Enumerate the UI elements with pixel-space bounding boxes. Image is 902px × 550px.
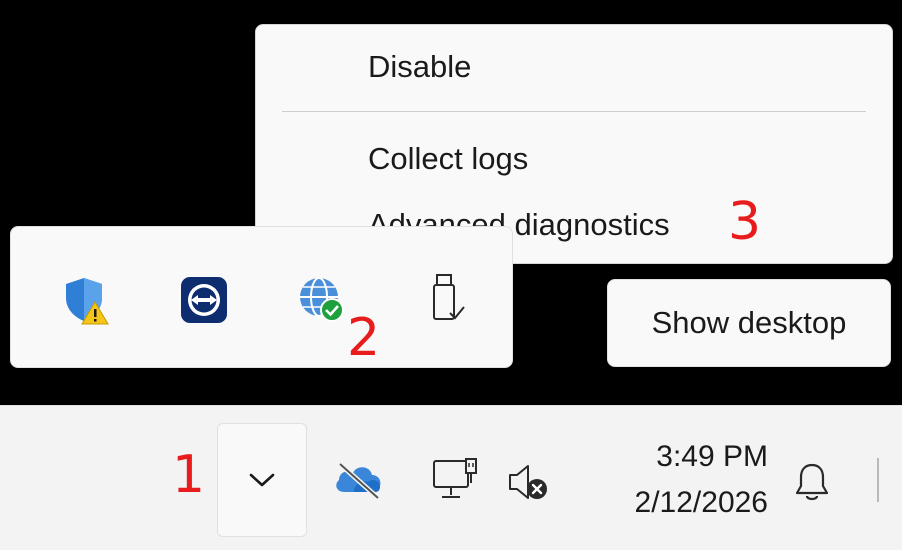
tray-overflow-flyout (10, 226, 513, 368)
menu-item-label: Disable (368, 49, 472, 84)
menu-item-collect-logs[interactable]: Collect logs (256, 131, 892, 187)
step-annotation-3: 3 (728, 192, 762, 252)
usb-drive-icon[interactable] (417, 271, 475, 329)
step-annotation-1: 1 (172, 445, 206, 505)
clock-date: 2/12/2026 (634, 486, 768, 519)
bell-icon[interactable] (788, 458, 836, 506)
show-desktop-tooltip: Show desktop (607, 279, 891, 367)
onedrive-offline-icon[interactable] (330, 456, 386, 504)
clock[interactable]: 3:49 PM 2/12/2026 (598, 434, 768, 526)
network-globe-check-icon[interactable] (293, 271, 351, 329)
network-ethernet-icon[interactable] (428, 454, 484, 508)
security-warning-icon[interactable] (57, 271, 115, 329)
speaker-muted-icon[interactable] (502, 458, 556, 506)
teamviewer-icon[interactable] (175, 271, 233, 329)
clock-time: 3:49 PM (656, 440, 768, 473)
show-desktop-divider[interactable] (877, 458, 879, 502)
menu-separator (282, 111, 866, 112)
tooltip-label: Show desktop (651, 305, 847, 340)
menu-item-disable[interactable]: Disable (256, 39, 892, 95)
desktop-background: Disable Collect logs Advanced diagnostic… (0, 0, 902, 550)
taskbar: 3:49 PM 2/12/2026 (0, 405, 902, 550)
menu-item-label: Collect logs (368, 141, 529, 176)
show-hidden-icons-button[interactable] (217, 423, 307, 537)
chevron-down-icon (249, 473, 275, 487)
step-annotation-2: 2 (347, 308, 381, 368)
